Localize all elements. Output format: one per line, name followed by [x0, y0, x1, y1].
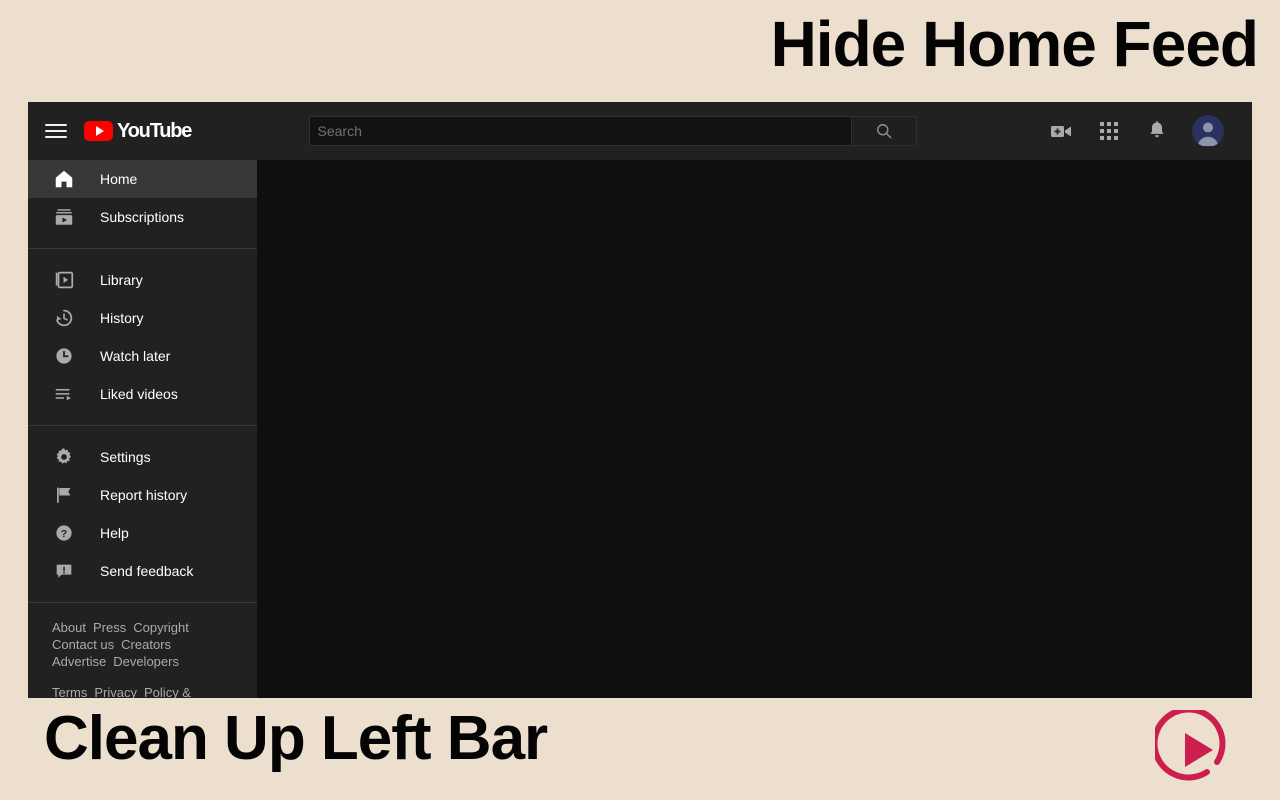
sidebar-item-subscriptions[interactable]: Subscriptions [28, 198, 257, 236]
search-bar [308, 116, 917, 146]
sidebar-item-home[interactable]: Home [28, 160, 257, 198]
masthead-left: YouTube [28, 102, 257, 160]
sidebar-item-label: Liked videos [100, 386, 178, 402]
sidebar-item-label: Watch later [100, 348, 171, 364]
footer-link-advertise[interactable]: Advertise [52, 654, 106, 669]
promo-headline-top: Hide Home Feed [770, 8, 1259, 80]
sidebar-item-label: Help [100, 525, 129, 541]
subscriptions-icon [52, 205, 76, 229]
footer-link-contact-us[interactable]: Contact us [52, 637, 114, 652]
search-submit-button[interactable] [851, 116, 917, 146]
feedback-icon [52, 559, 76, 583]
sidebar-item-label: Settings [100, 449, 151, 465]
sidebar-item-label: History [100, 310, 144, 326]
sidebar-section-primary: Home Subscriptions [28, 160, 257, 249]
sidebar-item-settings[interactable]: Settings [28, 438, 257, 476]
sidebar-item-label: Report history [100, 487, 188, 503]
apps-grid-icon[interactable] [1096, 118, 1122, 144]
masthead: YouTube [28, 102, 1252, 160]
sidebar-section-library: Library History Watch later Liked videos [28, 249, 257, 426]
home-icon [52, 167, 76, 191]
library-icon [52, 268, 76, 292]
footer-row: Advertise Developers [52, 653, 233, 670]
footer-link-privacy[interactable]: Privacy [94, 685, 137, 698]
create-video-icon[interactable] [1048, 118, 1074, 144]
footer-link-creators[interactable]: Creators [121, 637, 171, 652]
footer-link-terms[interactable]: Terms [52, 685, 87, 698]
search-icon [876, 124, 891, 139]
left-sidebar: Home Subscriptions Library History Watch… [28, 160, 257, 698]
footer-row: About Press Copyright [52, 619, 233, 636]
search-input[interactable] [308, 116, 852, 146]
sidebar-item-label: Send feedback [100, 563, 194, 579]
sidebar-item-help[interactable]: ? Help [28, 514, 257, 552]
sidebar-item-send-feedback[interactable]: Send feedback [28, 552, 257, 590]
main-content-area [257, 160, 1252, 698]
footer-link-press[interactable]: Press [93, 620, 126, 635]
sidebar-item-report-history[interactable]: Report history [28, 476, 257, 514]
gear-icon [52, 445, 76, 469]
youtube-logo[interactable]: YouTube [84, 119, 192, 143]
promo-headline-bottom: Clean Up Left Bar [44, 704, 548, 773]
play-button-logo [1151, 706, 1235, 790]
youtube-wordmark: YouTube [117, 119, 192, 142]
history-icon [52, 306, 76, 330]
sidebar-item-watch-later[interactable]: Watch later [28, 337, 257, 375]
sidebar-item-label: Home [100, 171, 138, 187]
account-avatar[interactable] [1192, 115, 1224, 147]
sidebar-item-label: Library [100, 272, 143, 288]
sidebar-item-liked-videos[interactable]: Liked videos [28, 375, 257, 413]
sidebar-section-settings: Settings Report history ? Help Send feed… [28, 426, 257, 603]
sidebar-item-library[interactable]: Library [28, 261, 257, 299]
footer-link-developers[interactable]: Developers [113, 654, 179, 669]
masthead-center [257, 116, 1048, 146]
help-icon: ? [52, 521, 76, 545]
sidebar-item-label: Subscriptions [100, 209, 185, 225]
masthead-right [1048, 115, 1252, 147]
clock-icon [52, 344, 76, 368]
footer-row: TermsPrivacyPolicy & Safety [52, 684, 233, 698]
notifications-bell-icon[interactable] [1144, 118, 1170, 144]
flag-icon [52, 483, 76, 507]
footer-row: Contact us Creators [52, 636, 233, 653]
footer-link-copyright[interactable]: Copyright [133, 620, 189, 635]
youtube-window: YouTube Search Home Subscriptions Librar… [28, 102, 1252, 698]
window-body: Home Subscriptions Library History Watch… [28, 160, 1252, 698]
youtube-play-mark-icon [84, 121, 113, 141]
hamburger-menu-icon[interactable] [44, 119, 68, 143]
svg-text:?: ? [61, 528, 67, 540]
liked-videos-icon [52, 382, 76, 406]
footer-link-about[interactable]: About [52, 620, 86, 635]
sidebar-item-history[interactable]: History [28, 299, 257, 337]
sidebar-footer-links: About Press Copyright Contact us Creators A… [28, 603, 257, 698]
